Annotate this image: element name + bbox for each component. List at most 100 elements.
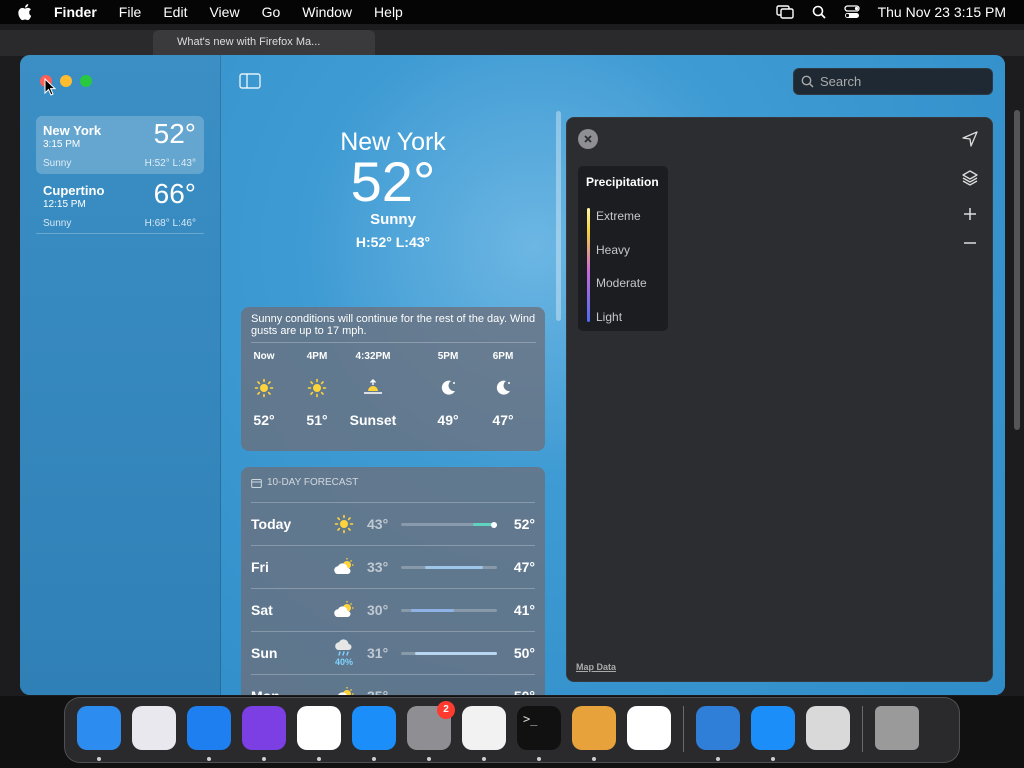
running-indicator	[482, 757, 486, 761]
dock-textedit-icon[interactable]	[462, 706, 506, 750]
search-icon	[801, 75, 814, 88]
forecast-row[interactable]: Fri 33° 47°	[251, 545, 535, 587]
forecast-low: 35°	[367, 688, 388, 695]
apple-logo-icon[interactable]	[18, 3, 34, 21]
dock-safari-icon[interactable]	[187, 706, 231, 750]
menu-view[interactable]: View	[209, 0, 239, 24]
running-indicator	[716, 757, 720, 761]
location-high-low: H:52° L:43°	[144, 158, 196, 169]
partly-cloudy-icon	[331, 552, 357, 582]
temperature-range-bar	[401, 652, 497, 655]
temperature-range-fill	[410, 609, 454, 612]
menu-window[interactable]: Window	[302, 0, 352, 24]
temperature-range-fill	[425, 566, 483, 569]
location-name: New York	[43, 123, 102, 138]
layers-icon	[962, 170, 978, 186]
location-high-low: H:68° L:46°	[144, 218, 196, 229]
legend-item-light: Light	[596, 310, 623, 324]
temperature-range-bar	[401, 566, 497, 569]
hour-value: 52°	[253, 412, 275, 428]
current-temp: 52°	[350, 150, 436, 213]
hour-label: 6PM	[492, 351, 514, 362]
menu-bar-clock[interactable]: Thu Nov 23 3:15 PM	[878, 4, 1006, 20]
forecast-row[interactable]: Sat 30° 41°	[251, 588, 535, 630]
moon-icon	[478, 376, 528, 400]
zoom-out-button[interactable]	[959, 232, 981, 254]
running-indicator	[592, 757, 596, 761]
precip-chance: 40%	[334, 657, 353, 667]
location-arrow-button[interactable]	[959, 128, 981, 150]
location-temp: 66°	[153, 178, 196, 209]
menu-edit[interactable]: Edit	[163, 0, 187, 24]
dock-firefox-icon[interactable]	[242, 706, 286, 750]
forecast-low: 30°	[367, 602, 389, 618]
dock-trash-icon[interactable]	[875, 706, 919, 750]
location-card-new-york[interactable]: New York 3:15 PM 52° Sunny H:52° L:43°	[36, 116, 204, 174]
dock-app-store-icon[interactable]	[352, 706, 396, 750]
background-scrollbar[interactable]	[1014, 110, 1020, 430]
control-center-icon[interactable]	[843, 5, 860, 19]
menu-go[interactable]: Go	[262, 0, 281, 24]
temperature-range-bar	[401, 609, 497, 612]
zoom-in-button[interactable]	[959, 203, 981, 225]
dock-garageband-icon[interactable]	[572, 706, 616, 750]
forecast-high: 52°	[513, 516, 535, 532]
sun-icon	[292, 376, 342, 400]
dock-terminal-icon[interactable]: >_	[517, 706, 561, 750]
dock-finder-icon[interactable]	[77, 706, 121, 750]
legend-title: Precipitation	[586, 175, 659, 189]
dock-launchpad-icon[interactable]	[132, 706, 176, 750]
map-layers-button[interactable]	[959, 167, 981, 189]
menu-help[interactable]: Help	[374, 0, 403, 24]
hour-value: Sunset	[349, 412, 397, 428]
precipitation-map[interactable]: Precipitation Extreme Heavy Moderate Lig…	[566, 117, 993, 682]
close-icon	[584, 135, 592, 143]
ten-day-header: 10-DAY FORECAST	[251, 477, 358, 488]
ten-day-forecast-card[interactable]: 10-DAY FORECAST Today 43° 52° Fri 33° 47° Sat 3…	[241, 467, 545, 695]
location-condition: Sunny	[43, 218, 72, 229]
dock-chrome-icon[interactable]	[297, 706, 341, 750]
hour-value: 49°	[437, 412, 459, 428]
location-card-cupertino[interactable]: Cupertino 12:15 PM 66° Sunny H:68° L:46°	[36, 176, 204, 234]
dock-app-store-2-icon[interactable]	[751, 706, 795, 750]
notification-badge: 2	[437, 701, 455, 719]
hour-value: 47°	[492, 412, 514, 428]
hour-label: 5PM	[437, 351, 459, 362]
plus-icon	[964, 208, 976, 220]
partly-cloudy-icon	[331, 681, 357, 695]
hourly-forecast-card[interactable]: Sunny conditions will continue for the r…	[241, 307, 545, 451]
location-time: 12:15 PM	[43, 199, 86, 210]
forecast-row[interactable]: Sun 40% 31° 50°	[251, 631, 535, 673]
window-minimize-button[interactable]	[60, 75, 72, 87]
hour-label: 4:32PM	[355, 351, 391, 362]
ten-day-title: 10-DAY FORECAST	[267, 477, 359, 488]
map-data-link[interactable]: Map Data	[576, 662, 616, 672]
menu-app-name[interactable]: Finder	[54, 0, 97, 24]
dock-separator	[683, 706, 684, 752]
hourly-column: Now 52°	[239, 351, 289, 428]
minus-icon	[964, 242, 976, 244]
search-field[interactable]: Search	[793, 68, 993, 95]
dock-weather-icon[interactable]	[696, 706, 740, 750]
sunset-icon	[348, 376, 398, 400]
running-indicator	[771, 757, 775, 761]
dock-vscode-icon[interactable]	[627, 706, 671, 750]
hourly-column: 5PM 49°	[423, 351, 473, 428]
screen-mirroring-icon[interactable]	[775, 5, 794, 19]
window-zoom-button[interactable]	[80, 75, 92, 87]
dock-disk-utility-icon[interactable]	[806, 706, 850, 750]
running-indicator	[372, 757, 376, 761]
forecast-row[interactable]: Mon 35° 50°	[251, 674, 535, 695]
search-placeholder: Search	[820, 74, 862, 89]
map-close-button[interactable]	[578, 129, 598, 149]
legend-item-extreme: Extreme	[596, 209, 641, 223]
forecast-low: 33°	[367, 559, 389, 575]
forecast-row[interactable]: Today 43° 52°	[251, 502, 535, 544]
menu-file[interactable]: File	[119, 0, 142, 24]
sidebar-toggle-icon[interactable]	[239, 73, 261, 89]
location-name: Cupertino	[43, 183, 105, 198]
forecast-scrollbar[interactable]	[556, 111, 561, 321]
spotlight-search-icon[interactable]	[812, 5, 826, 19]
running-indicator	[207, 757, 211, 761]
background-tab[interactable]: What's new with Firefox Ma...	[153, 30, 375, 56]
